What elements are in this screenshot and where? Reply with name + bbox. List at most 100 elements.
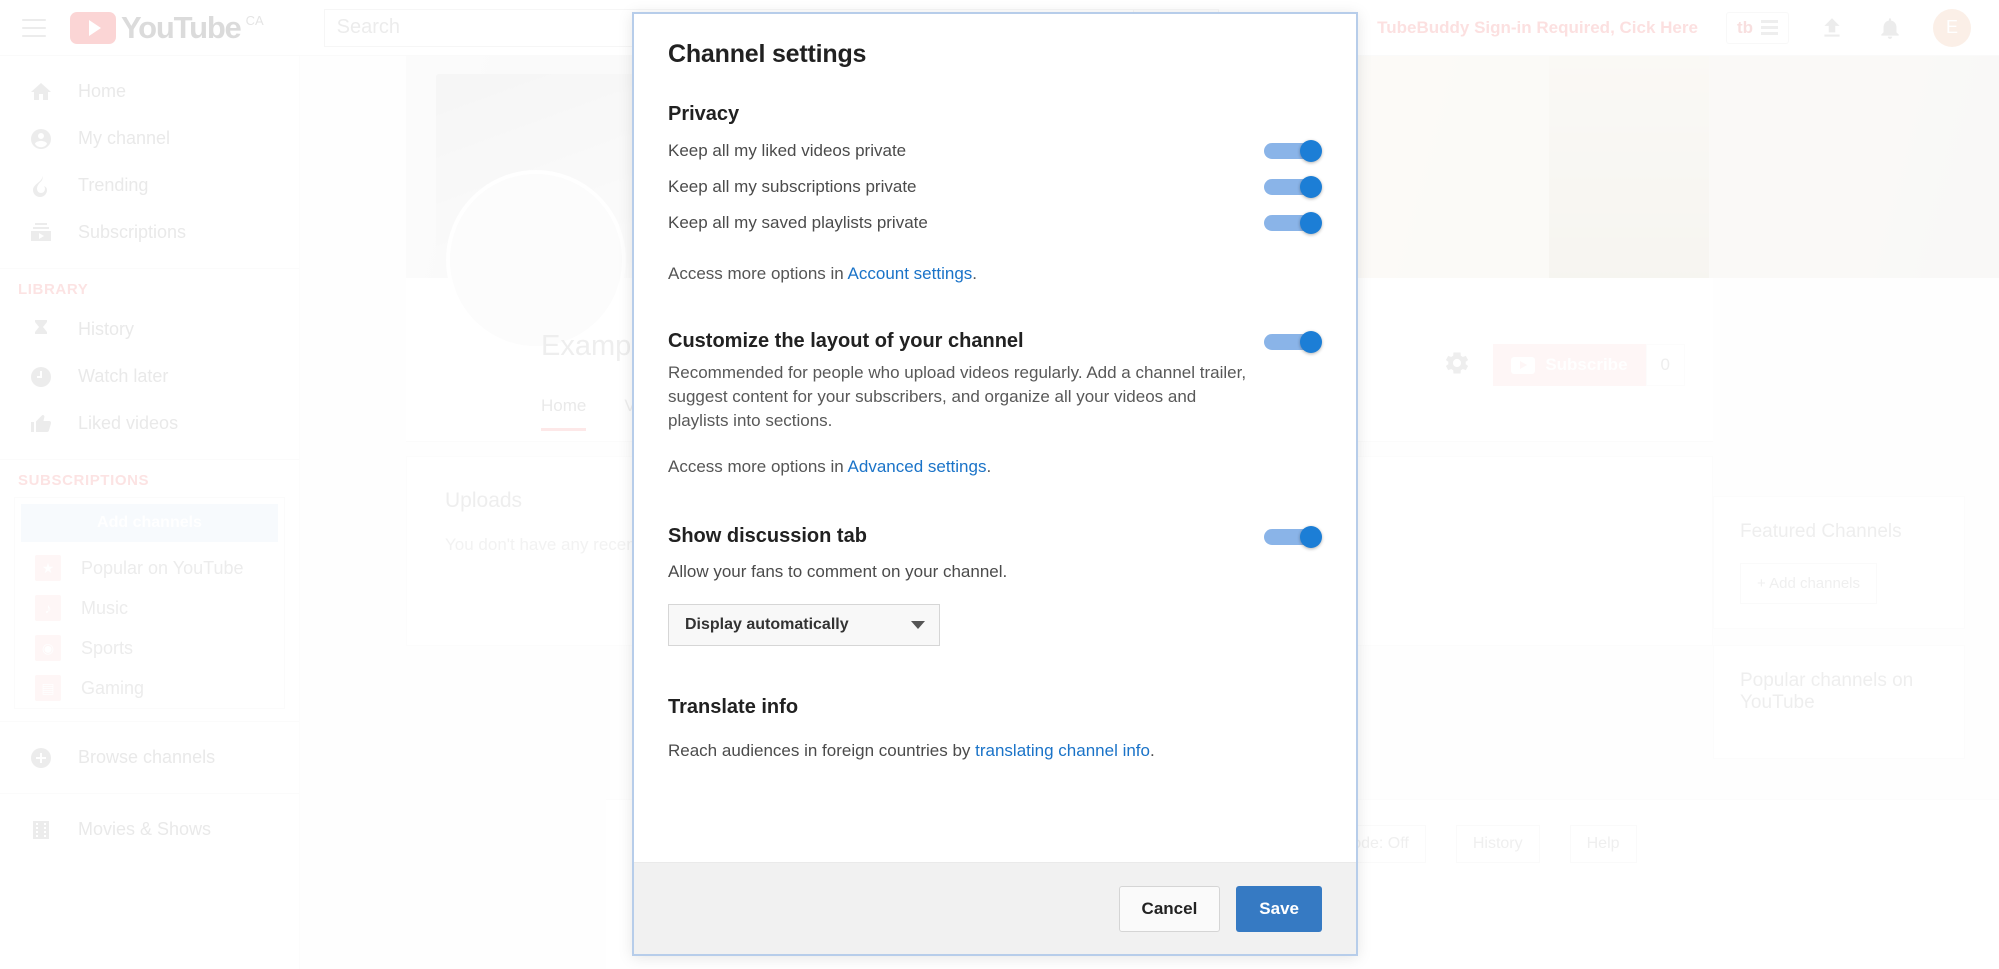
sidebar-divider [0,268,299,269]
search-placeholder: Search [337,16,400,39]
select-value: Display automatically [685,616,849,634]
sidebar-item-popular-on-youtube[interactable]: ★ Popular on YouTube [15,548,284,588]
tubebuddy-extension-button[interactable]: tb [1726,12,1789,44]
basketball-icon: ◉ [35,635,61,661]
subscriptions-icon [28,220,54,246]
sidebar-item-trending[interactable]: Trending [0,162,299,209]
sidebar-item-liked-videos[interactable]: Liked videos [0,400,299,447]
sidebar-item-home[interactable]: Home [0,68,299,115]
chevron-down-icon [911,621,925,629]
gamepad-icon: ▤ [35,675,61,701]
sidebar-item-browse-channels[interactable]: Browse channels [0,734,299,781]
channel-actions: Subscribe 0 [1443,344,1685,386]
switch-knob [1300,331,1322,353]
sidebar-item-movies-shows[interactable]: Movies & Shows [0,806,299,853]
toggle-switch-liked-videos[interactable] [1264,140,1322,162]
sidebar-library-heading: LIBRARY [0,281,299,298]
discussion-heading: Show discussion tab [668,525,867,548]
gear-icon[interactable] [1443,349,1471,382]
sidebar-divider-3 [0,721,299,722]
translate-text: Reach audiences in foreign countries by … [668,741,1322,761]
clock-icon [28,364,54,390]
cancel-button[interactable]: Cancel [1119,886,1221,932]
sidebar-item-gaming[interactable]: ▤ Gaming [15,668,284,708]
switch-knob [1300,140,1322,162]
sidebar-item-label: Gaming [81,678,144,699]
music-note-icon: ♪ [35,595,61,621]
toggle-switch-subscriptions[interactable] [1264,176,1322,198]
sidebar-divider-4 [0,793,299,794]
plus-circle-icon [28,745,54,771]
hourglass-icon [28,317,54,343]
toggle-switch-playlists[interactable] [1264,212,1322,234]
youtube-logo[interactable]: YouTube CA [70,12,264,44]
sidebar-item-label: Browse channels [78,747,215,768]
sidebar-item-watch-later[interactable]: Watch later [0,353,299,400]
play-icon [70,12,116,44]
sidebar-item-label: My channel [78,128,170,149]
dialog-footer: Cancel Save [634,862,1356,954]
save-button[interactable]: Save [1236,886,1322,932]
privacy-toggle-playlists: Keep all my saved playlists private [668,212,1322,234]
avatar[interactable]: E [1933,9,1971,47]
sidebar-item-my-channel[interactable]: My channel [0,115,299,162]
tubebuddy-signin-message[interactable]: TubeBuddy Sign-in Required, Cick Here [1377,18,1698,38]
star-icon: ★ [35,555,61,581]
logo-wordmark: YouTube [121,12,241,44]
add-channels-button[interactable]: Add channels [21,504,278,542]
footer-history-link[interactable]: History [1456,825,1540,863]
sidebar-item-label: Popular on YouTube [81,558,243,579]
privacy-note-suffix: . [972,264,977,283]
tab-home[interactable]: Home [541,396,586,431]
play-icon [1511,357,1535,374]
featured-channels-card: Featured Channels + Add channels [1713,496,1965,629]
subscriber-count: 0 [1646,344,1685,386]
sidebar-item-sports[interactable]: ◉ Sports [15,628,284,668]
privacy-toggle-subscriptions: Keep all my subscriptions private [668,176,1322,198]
channel-settings-dialog: Channel settings Privacy Keep all my lik… [632,12,1358,956]
sidebar-item-label: Home [78,81,126,102]
account-settings-link[interactable]: Account settings [848,264,973,283]
app-root: YouTube CA Search TubeBuddy Sign-in Requ… [0,0,1999,969]
channel-avatar[interactable] [446,170,626,350]
subscribe-button[interactable]: Subscribe 0 [1493,344,1685,386]
toggle-switch-customize-layout[interactable] [1264,331,1322,353]
sidebar-item-music[interactable]: ♪ Music [15,588,284,628]
bell-icon[interactable] [1875,13,1905,43]
header-right-actions: TubeBuddy Sign-in Required, Cick Here tb… [1377,9,1999,47]
sidebar-item-label: Subscriptions [78,222,186,243]
hamburger-icon[interactable] [22,19,46,37]
translate-suffix: . [1150,741,1155,760]
footer-help-link[interactable]: Help [1570,825,1637,863]
sidebar-item-label: History [78,319,134,340]
switch-knob [1300,526,1322,548]
advanced-settings-link[interactable]: Advanced settings [848,457,987,476]
sidebar-item-label: Trending [78,175,148,196]
translate-channel-info-link[interactable]: translating channel info [975,741,1150,760]
customize-note-suffix: . [986,457,991,476]
toggle-switch-discussion[interactable] [1264,526,1322,548]
subscriptions-box: Add channels ★ Popular on YouTube ♪ Musi… [14,497,285,709]
thumbs-up-icon [28,411,54,437]
upload-icon[interactable] [1817,13,1847,43]
privacy-heading: Privacy [668,103,1322,126]
flame-icon [28,173,54,199]
discussion-display-select[interactable]: Display automatically [668,604,940,646]
customize-layout-note: Access more options in Advanced settings… [668,457,1322,477]
privacy-toggle-liked-videos: Keep all my liked videos private [668,140,1322,162]
sidebar-item-subscriptions[interactable]: Subscriptions [0,209,299,256]
dialog-title: Channel settings [668,40,1322,69]
sidebar-item-label: Liked videos [78,413,178,434]
subscribe-label: Subscribe [1545,355,1627,375]
toggle-label: Keep all my saved playlists private [668,213,928,233]
toggle-label: Keep all my liked videos private [668,141,906,161]
privacy-note-prefix: Access more options in [668,264,848,283]
sidebar-item-history[interactable]: History [0,306,299,353]
featured-channels-heading: Featured Channels [1740,521,1938,543]
toggle-label: Keep all my subscriptions private [668,177,917,197]
switch-knob [1300,176,1322,198]
logo-country-code: CA [246,13,264,28]
add-channels-button[interactable]: + Add channels [1740,563,1877,604]
customize-note-prefix: Access more options in [668,457,848,476]
discussion-section-header: Show discussion tab [668,525,1322,548]
